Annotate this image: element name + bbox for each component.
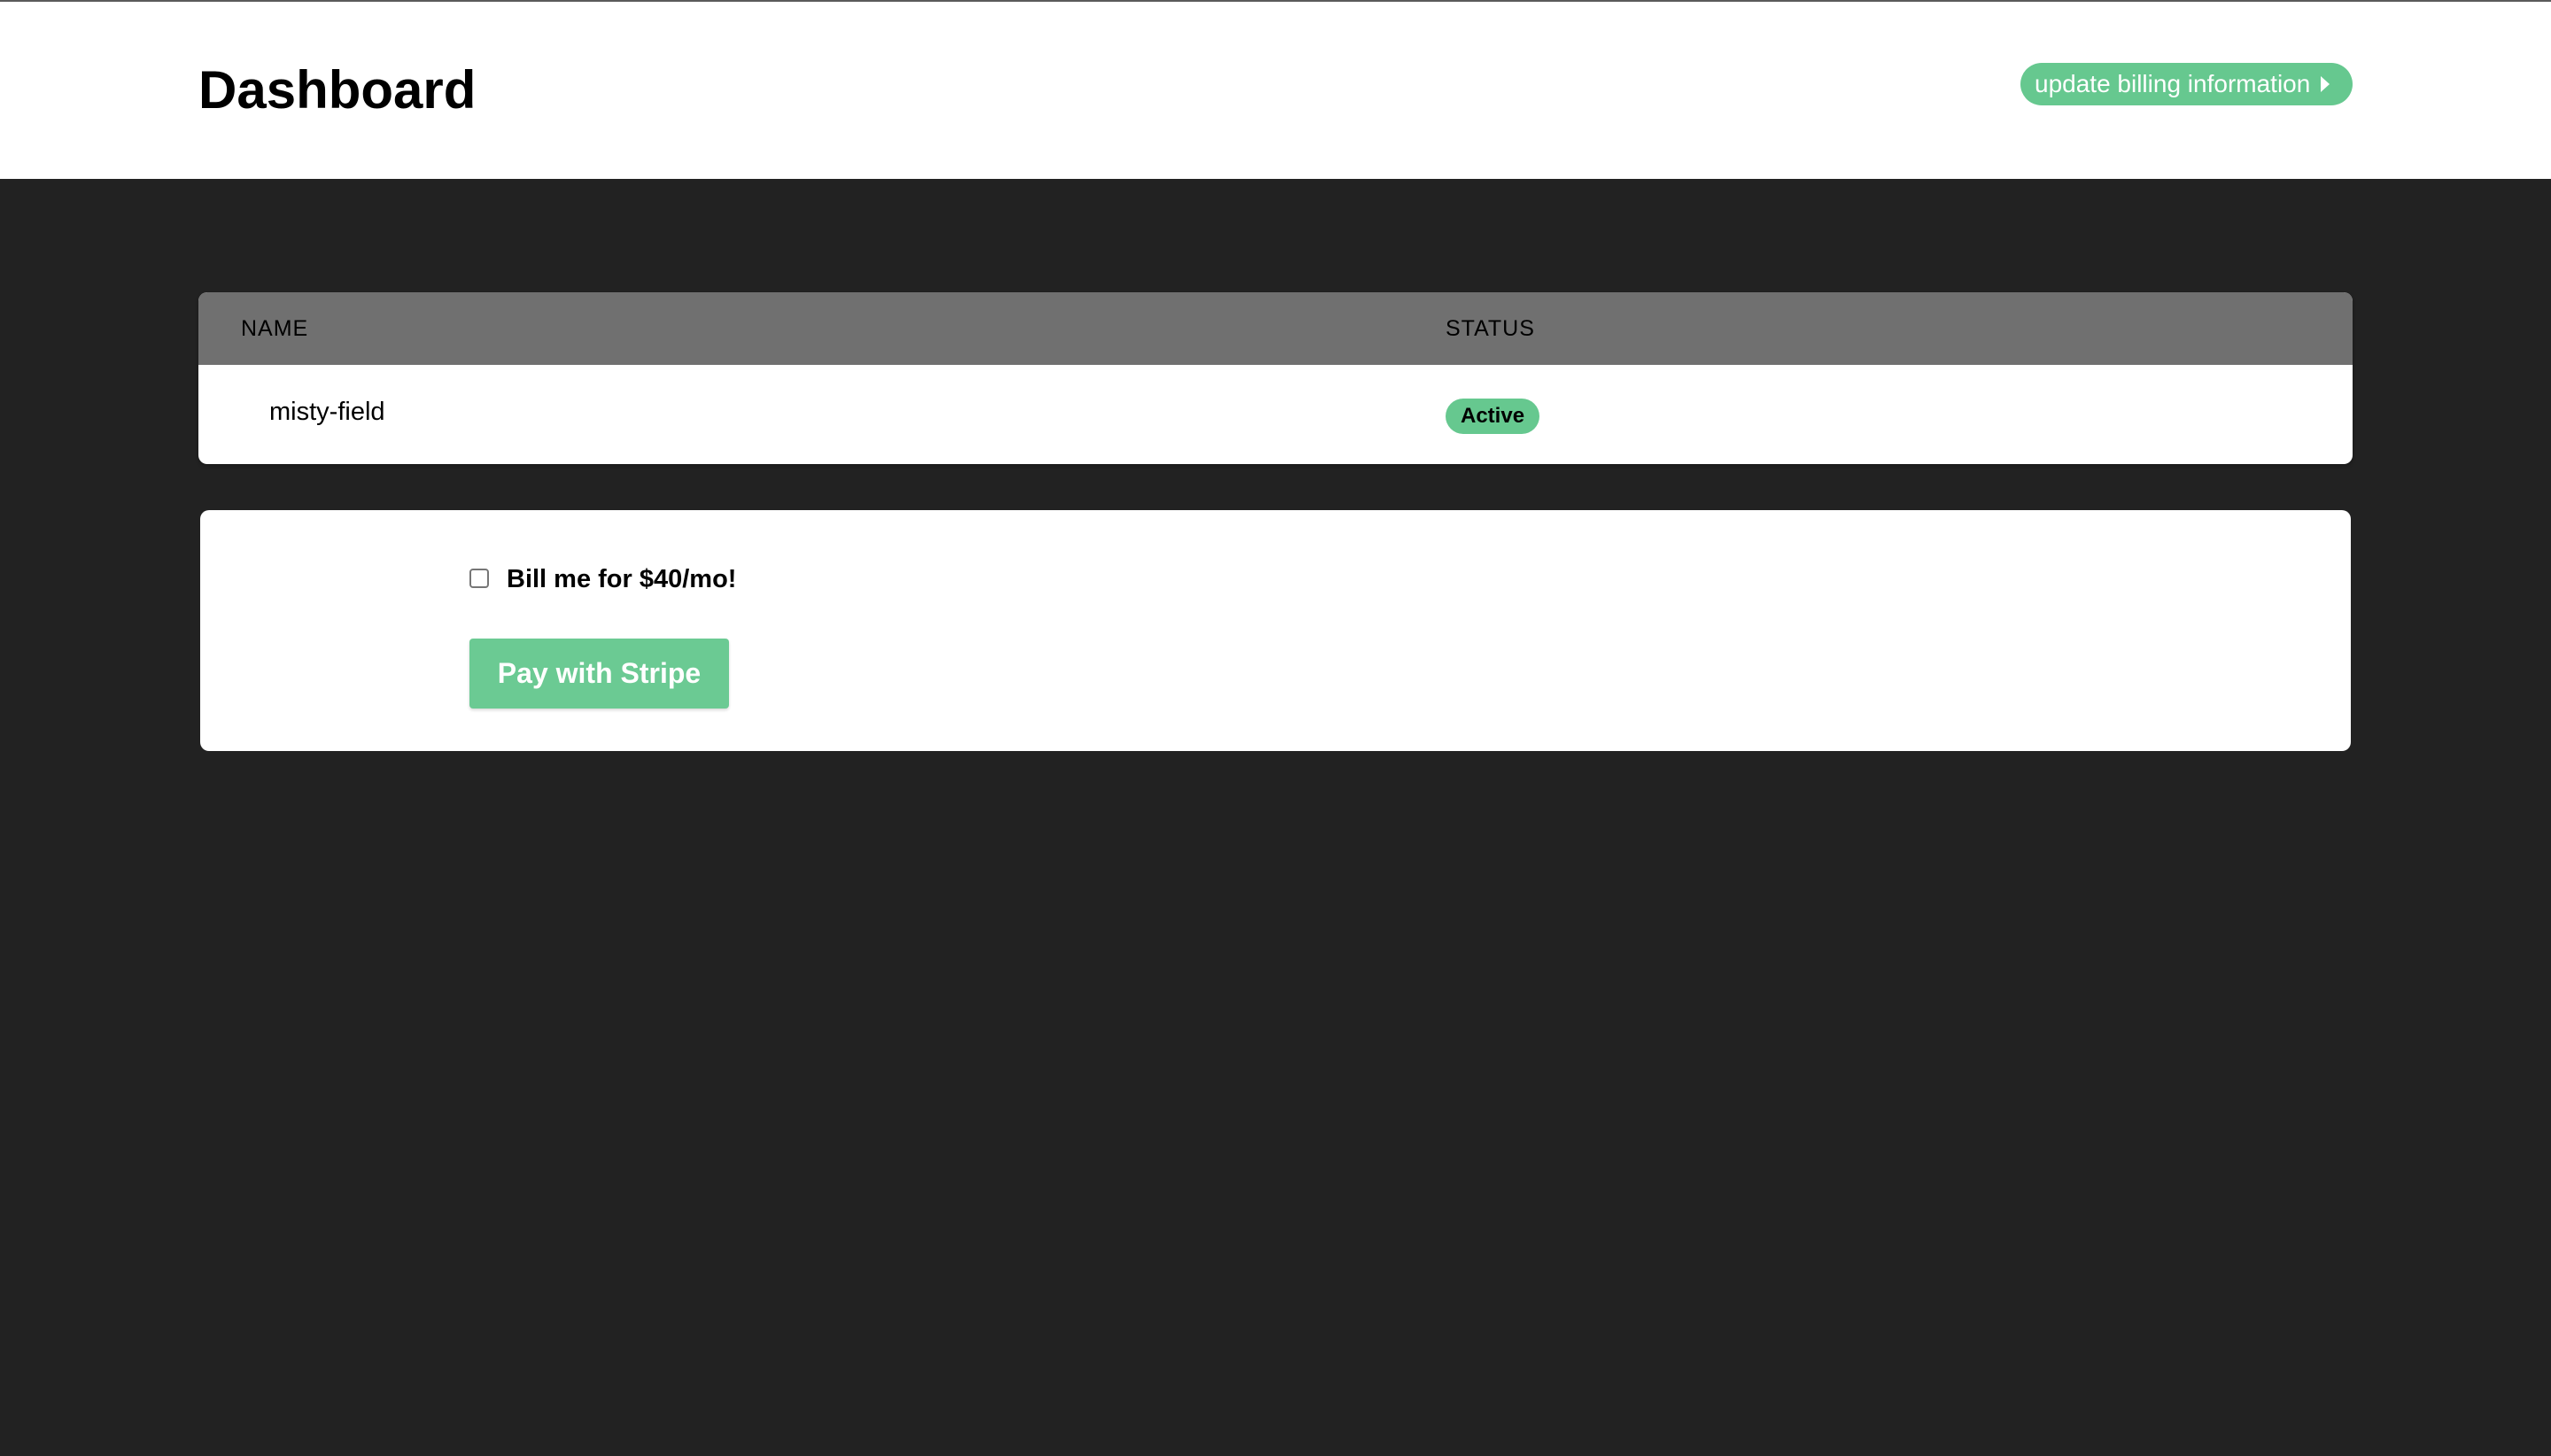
table-header: NAME STATUS xyxy=(198,292,2353,365)
status-badge: Active xyxy=(1446,399,1540,434)
chevron-right-icon xyxy=(2321,76,2330,92)
table-row: misty-field Active xyxy=(198,365,2353,464)
bill-monthly-checkbox[interactable] xyxy=(469,569,489,588)
update-billing-label: update billing information xyxy=(2035,70,2311,97)
payment-card: Bill me for $40/mo! Pay with Stripe xyxy=(200,510,2351,751)
page-header: Dashboard update billing information xyxy=(0,2,2551,179)
projects-table: NAME STATUS misty-field Active xyxy=(198,292,2353,464)
update-billing-button[interactable]: update billing information xyxy=(2020,63,2353,105)
project-name-cell: misty-field xyxy=(269,398,385,426)
page-title: Dashboard xyxy=(198,60,477,120)
column-header-status: STATUS xyxy=(1446,316,1535,341)
pay-with-stripe-button[interactable]: Pay with Stripe xyxy=(469,639,729,709)
bill-monthly-label[interactable]: Bill me for $40/mo! xyxy=(507,561,736,597)
column-header-name: NAME xyxy=(241,316,309,341)
